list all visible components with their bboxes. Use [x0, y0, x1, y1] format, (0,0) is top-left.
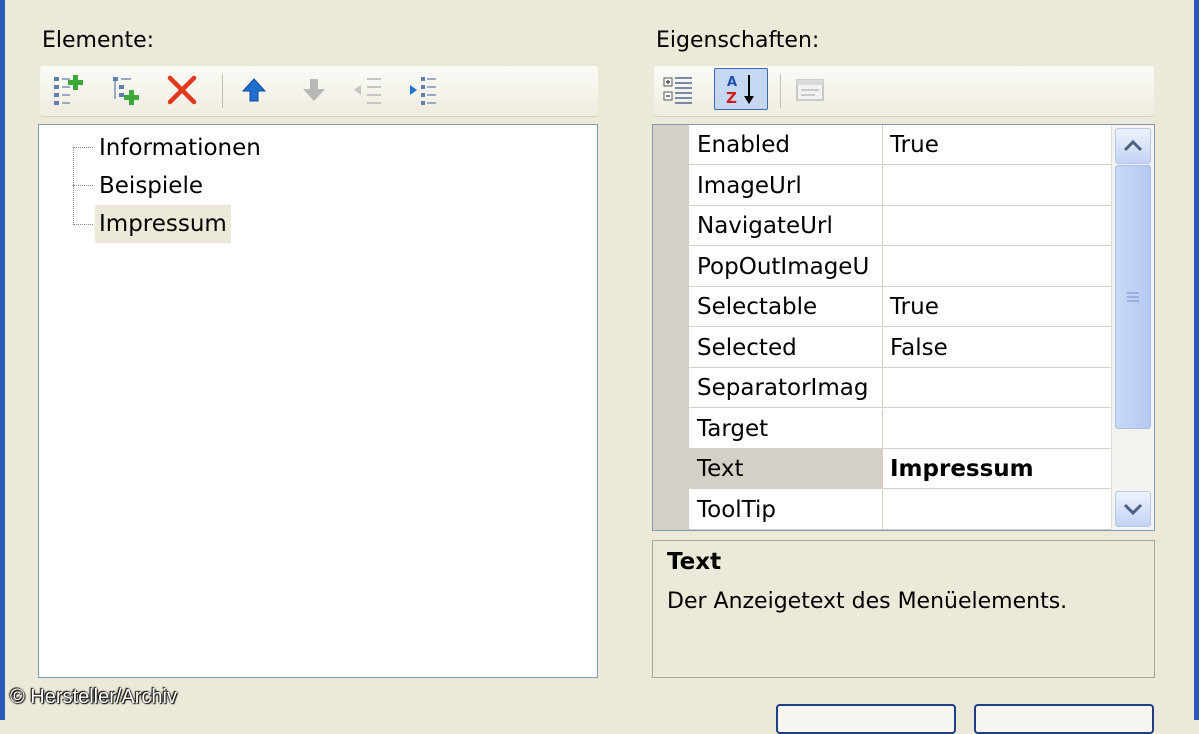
property-name: Selected — [689, 327, 883, 367]
move-down-icon[interactable] — [296, 72, 332, 108]
property-name: Text — [689, 449, 883, 488]
outdent-icon[interactable] — [350, 72, 386, 108]
property-name: NavigateUrl — [689, 206, 883, 245]
property-row[interactable]: Text Impressum — [689, 449, 1113, 489]
scroll-thumb[interactable] — [1115, 165, 1151, 429]
svg-text:Z: Z — [726, 89, 737, 107]
properties-label: Eigenschaften: — [656, 28, 820, 53]
property-value[interactable] — [884, 247, 1113, 286]
property-description-panel: Text Der Anzeigetext des Menüelements. — [652, 540, 1155, 678]
grid-gutter — [653, 125, 689, 530]
elements-toolbar — [40, 66, 598, 117]
copyright-notice: © Hersteller/Archiv — [10, 686, 177, 708]
property-row[interactable]: NavigateUrl — [689, 206, 1113, 246]
property-pages-icon[interactable] — [792, 72, 828, 108]
property-name: SeparatorImag — [689, 368, 883, 407]
property-value[interactable] — [884, 166, 1113, 205]
tree-connector — [73, 185, 93, 186]
property-row[interactable]: Selectable True — [689, 287, 1113, 327]
property-value[interactable] — [884, 409, 1113, 448]
property-value[interactable] — [884, 368, 1113, 407]
property-value[interactable]: True — [884, 287, 1113, 326]
description-title: Text — [667, 549, 722, 575]
toolbar-separator — [222, 74, 223, 108]
property-name: ToolTip — [689, 489, 883, 529]
property-row[interactable]: ToolTip — [689, 489, 1113, 530]
property-row[interactable]: Target — [689, 408, 1113, 449]
tree-connector — [73, 147, 93, 148]
property-row[interactable]: Enabled True — [689, 125, 1113, 165]
alphabetical-sort-icon[interactable]: A Z — [714, 68, 768, 110]
indent-icon[interactable] — [404, 72, 440, 108]
tree-item-beispiele[interactable]: Beispiele — [95, 167, 207, 205]
property-value[interactable] — [884, 490, 1113, 529]
add-child-item-icon[interactable] — [108, 72, 144, 108]
description-text: Der Anzeigetext des Menüelements. — [667, 589, 1068, 614]
property-value[interactable]: Impressum — [884, 449, 1113, 488]
property-value[interactable]: False — [884, 328, 1113, 367]
add-root-item-icon[interactable] — [50, 72, 86, 108]
delete-icon[interactable] — [164, 72, 200, 108]
property-value[interactable] — [884, 206, 1113, 245]
scroll-up-icon[interactable] — [1115, 128, 1151, 164]
svg-text:A: A — [727, 75, 737, 90]
property-value[interactable]: True — [884, 125, 1113, 164]
window-frame-left — [0, 0, 5, 720]
property-row[interactable]: PopOutImageU — [689, 246, 1113, 287]
property-row[interactable]: SeparatorImag — [689, 368, 1113, 408]
cancel-button[interactable] — [974, 704, 1154, 734]
menu-items-tree[interactable]: Informationen Beispiele Impressum — [38, 124, 598, 678]
property-name: Enabled — [689, 125, 883, 164]
move-up-icon[interactable] — [236, 72, 272, 108]
property-row[interactable]: Selected False — [689, 327, 1113, 368]
property-name: PopOutImageU — [689, 246, 883, 286]
elements-label: Elemente: — [42, 28, 155, 53]
property-row[interactable]: ImageUrl — [689, 165, 1113, 206]
property-name: Target — [689, 408, 883, 448]
property-name: Selectable — [689, 287, 883, 326]
categorized-icon[interactable] — [660, 72, 696, 108]
property-grid[interactable]: Enabled True ImageUrl NavigateUrl PopOutImag… — [652, 124, 1155, 531]
properties-toolbar: A Z — [654, 66, 1154, 117]
tree-connector — [73, 224, 93, 225]
toolbar-separator — [780, 74, 781, 108]
property-grid-scrollbar[interactable] — [1111, 125, 1154, 530]
window-frame-right — [1194, 0, 1199, 720]
tree-item-informationen[interactable]: Informationen — [95, 129, 265, 167]
tree-item-impressum[interactable]: Impressum — [95, 205, 231, 243]
scroll-down-icon[interactable] — [1115, 491, 1151, 527]
tree-connector — [73, 147, 74, 225]
ok-button[interactable] — [776, 704, 956, 734]
property-name: ImageUrl — [689, 165, 883, 205]
